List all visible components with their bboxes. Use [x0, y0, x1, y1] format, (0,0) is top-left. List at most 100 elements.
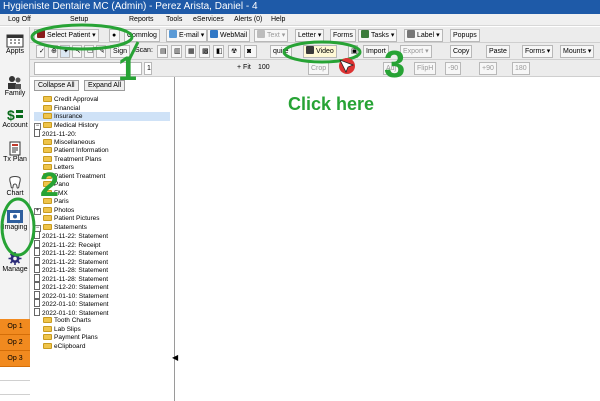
mounts-dropdown[interactable]: Mounts ▾ — [560, 45, 595, 58]
folder-icon[interactable]: ▣ — [348, 45, 358, 58]
op-2[interactable]: Op 2 — [0, 335, 30, 351]
tree-folder-item[interactable]: eClipboard — [34, 342, 170, 351]
document-icon — [34, 239, 40, 248]
fit-button[interactable]: + Fit — [235, 62, 253, 75]
folder-icon — [43, 206, 52, 213]
copy-button[interactable]: Copy — [450, 45, 473, 58]
folder-icon — [43, 215, 52, 221]
text-icon — [257, 30, 265, 38]
scan-xray-icon[interactable]: ▦ — [185, 45, 196, 58]
pan-icon[interactable]: ✦ — [60, 45, 70, 58]
menu-bar: Log Off Setup Reports Tools eServices Al… — [0, 14, 600, 26]
tree-item-label: Tooth Charts — [54, 317, 91, 324]
select-patient-button[interactable]: Select Patient ▾ — [34, 29, 99, 42]
menu-tools[interactable]: Tools — [166, 15, 182, 25]
family-module[interactable]: Family — [0, 75, 30, 97]
crop-button[interactable]: Crop — [308, 62, 330, 75]
document-icon — [34, 307, 40, 316]
video-button[interactable]: Video — [303, 45, 337, 58]
menu-eservices[interactable]: eServices — [193, 15, 224, 25]
tree-item-label: Medical History — [54, 121, 99, 129]
treatment-plan-icon — [9, 141, 21, 156]
document-tree-panel: Collapse All Expand All Credit Approval F… — [30, 77, 175, 401]
scan-tooth-icon[interactable]: ◧ — [213, 45, 224, 58]
view-toolbar: 1 + Fit 100 Crop Adj FlipH -90 +90 180 — [30, 60, 600, 77]
menu-alerts[interactable]: Alerts (0) — [234, 15, 262, 25]
label-button[interactable]: Label ▾ — [404, 29, 443, 42]
paste-button[interactable]: Paste — [486, 45, 510, 58]
splitter-arrow-icon[interactable]: ◀ — [172, 353, 178, 362]
tree-item-label: Treatment Plans — [54, 155, 102, 163]
folder-icon — [43, 138, 52, 145]
document-icon — [34, 290, 40, 299]
menu-reports[interactable]: Reports — [129, 15, 154, 25]
appts-module[interactable]: Appts — [0, 33, 30, 55]
folder-icon — [43, 147, 52, 153]
txplan-module[interactable]: Tx Plan — [0, 141, 30, 163]
tree-item-label: Miscellaneous — [54, 138, 96, 146]
webmail-button[interactable]: WebMail — [207, 29, 251, 42]
tree-item-label: Insurance — [54, 113, 83, 120]
email-button[interactable]: E-mail ▾ — [166, 29, 208, 42]
text-button[interactable]: Text ▾ — [254, 29, 289, 42]
scan-photo-icon[interactable]: ▩ — [199, 45, 210, 58]
family-icon-button[interactable]: ● — [109, 29, 120, 42]
scan-multipage-icon[interactable]: ▥ — [171, 45, 182, 58]
op-3[interactable]: Op 3 — [0, 351, 30, 367]
forms-dropdown[interactable]: Forms ▾ — [522, 45, 554, 58]
letter-button[interactable]: Letter ▾ — [295, 29, 325, 42]
document-icon — [34, 273, 40, 282]
pointer-icon[interactable]: ↖ — [72, 45, 82, 58]
acquire-button[interactable]: quire — [270, 45, 292, 58]
select-icon[interactable]: ▭ — [84, 45, 94, 58]
menu-setup[interactable]: Setup — [70, 15, 88, 25]
gear-icon — [8, 252, 22, 265]
dollar-icon: $ — [7, 107, 23, 122]
tree-item-label: Credit Approval — [54, 96, 99, 103]
step-number-1: 1 — [118, 50, 137, 88]
main-toolbar: Select Patient ▾ ● Commlog E-mail ▾ WebM… — [30, 27, 600, 43]
window-title: Hygieniste Dentaire MC (Admin) - Perez A… — [3, 1, 258, 12]
email-icon — [169, 30, 177, 38]
account-module[interactable]: $ Account — [0, 107, 30, 129]
op-slot-empty — [0, 381, 30, 395]
zoom-icon[interactable]: ⊕ — [48, 45, 58, 58]
camera-icon[interactable]: ◙ — [244, 45, 257, 58]
popups-button[interactable]: Popups — [450, 29, 480, 42]
arrow-icon[interactable]: ✓ — [36, 45, 45, 58]
calendar-icon — [6, 34, 24, 48]
collapse-all-button[interactable]: Collapse All — [34, 80, 79, 91]
fliph-button[interactable]: FlipH — [414, 62, 437, 75]
document-icon — [34, 129, 40, 137]
step-number-3: 3 — [384, 44, 406, 86]
xray-sensor-icon[interactable]: ☢ — [228, 45, 241, 58]
menu-help[interactable]: Help — [271, 15, 285, 25]
rotate-plus-button[interactable]: +90 — [479, 62, 497, 75]
folder-icon — [43, 325, 52, 332]
folder-icon — [43, 223, 52, 230]
forms-button[interactable]: Forms — [330, 29, 356, 42]
zoom-input[interactable]: 1 — [144, 62, 152, 75]
family-icon — [8, 76, 21, 89]
rotate-minus-button[interactable]: -90 — [445, 62, 462, 75]
folder-icon — [43, 113, 52, 119]
tasks-button[interactable]: Tasks ▾ — [358, 29, 398, 42]
imaging-module[interactable]: Imaging — [0, 209, 30, 231]
folder-icon — [43, 96, 52, 102]
commlog-button[interactable]: Commlog — [124, 29, 160, 42]
menu-log-off[interactable]: Log Off — [8, 15, 31, 25]
tree-item-label: Patient Treatment — [54, 172, 106, 180]
draw-icon[interactable]: ✎ — [96, 45, 106, 58]
document-icon — [34, 231, 40, 239]
image-canvas[interactable]: ◀ — [172, 77, 600, 401]
tree-item-label: Patient Pictures — [54, 215, 100, 222]
op-1[interactable]: Op 1 — [0, 319, 30, 335]
rotate-180-button[interactable]: 180 — [512, 62, 530, 75]
folder-icon — [43, 334, 52, 340]
tooth-icon — [9, 176, 21, 189]
document-icon — [34, 248, 40, 256]
chart-module[interactable]: Chart — [0, 175, 30, 197]
scan-doc-icon[interactable]: ▤ — [157, 45, 168, 58]
manage-module[interactable]: Manage — [0, 251, 30, 273]
tasks-icon — [361, 30, 369, 38]
